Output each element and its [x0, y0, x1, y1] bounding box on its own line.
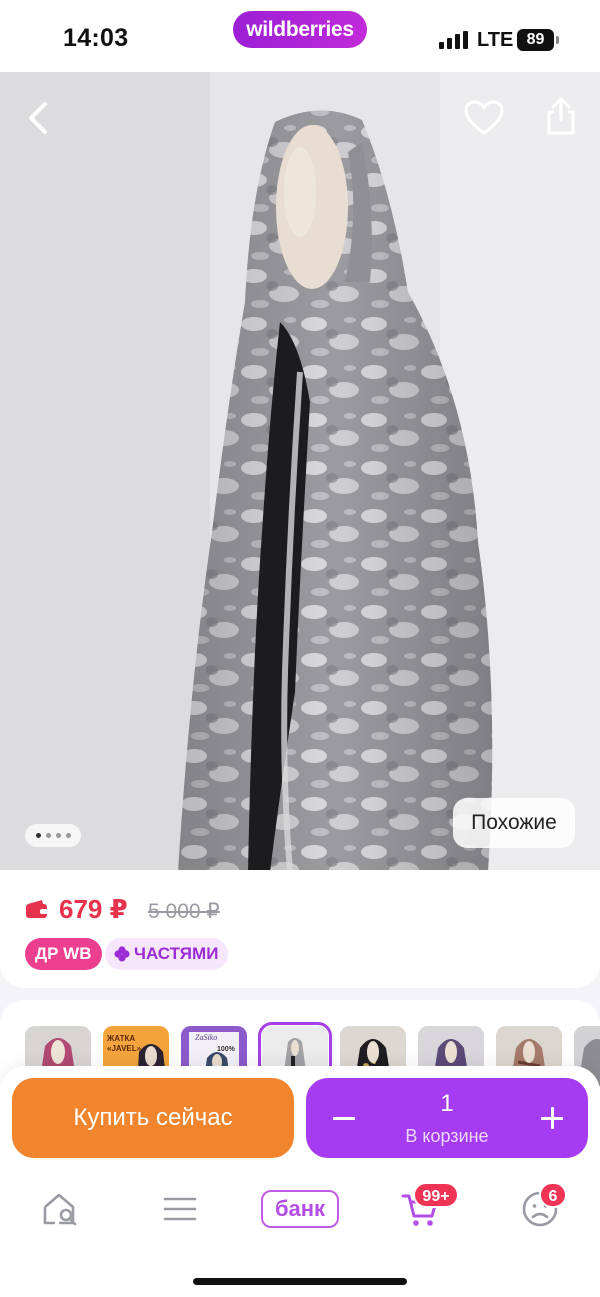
increase-quantity-button[interactable]: [532, 1098, 572, 1138]
purchase-bar: Купить сейчас 1 В корзине: [0, 1066, 600, 1170]
share-button[interactable]: [537, 92, 585, 140]
variant-javel-title: ЖАТКА: [107, 1034, 136, 1043]
cart-count-badge: 99+: [413, 1182, 459, 1208]
cart-quantity-control: 1 В корзине: [306, 1078, 588, 1158]
signal-icon: [439, 31, 469, 49]
price-card: 679 ₽ 5 000 ₽ ДР WB ЧАСТЯМИ: [0, 870, 600, 988]
favorite-button[interactable]: [460, 94, 508, 142]
current-price: 679 ₽: [59, 894, 128, 924]
menu-icon: [163, 1197, 197, 1221]
back-button[interactable]: [15, 94, 63, 142]
product-gallery[interactable]: Похожие: [0, 72, 600, 872]
home-indicator: [193, 1278, 407, 1285]
heart-icon: [464, 100, 504, 135]
variant-javel-text: ЖАТКА «JAVEL»: [107, 1034, 141, 1054]
similar-button[interactable]: Похожие: [453, 798, 575, 848]
old-price: 5 000 ₽: [148, 900, 220, 923]
status-bar: 14:03 wildberries LTE 89: [0, 0, 600, 72]
variant-zasiko-text: 100%: [217, 1046, 235, 1053]
product-page: 14:03 wildberries LTE 89 Похожие 679 ₽ 5…: [0, 0, 600, 1297]
bottom-navigation: банк 99+ 6: [0, 1170, 600, 1297]
variant-javel-subtitle: «JAVEL»: [107, 1044, 142, 1053]
chevron-left-icon: [29, 102, 47, 134]
status-time: 14:03: [63, 24, 129, 52]
variant-zasiko-brand: ZaSiko: [195, 1033, 218, 1042]
gallery-pagination: [25, 824, 81, 847]
page-dot: [65, 833, 71, 838]
wildberries-logo: wildberries: [233, 11, 367, 48]
dr-wb-badge[interactable]: ДР WB: [25, 938, 102, 970]
battery-cap: [556, 36, 559, 44]
battery-icon: 89: [517, 29, 554, 51]
tab-bank[interactable]: банк: [258, 1184, 342, 1234]
clover-icon: [114, 945, 130, 962]
tab-home[interactable]: [30, 1184, 90, 1234]
wallet-icon: [26, 900, 48, 918]
bank-logo: банк: [261, 1190, 339, 1228]
home-search-icon: [43, 1193, 77, 1226]
page-dot: [55, 833, 61, 838]
page-dot: [45, 833, 51, 838]
tab-catalog[interactable]: [150, 1184, 210, 1234]
installments-label: ЧАСТЯМИ: [134, 944, 219, 963]
page-dot: [35, 833, 41, 838]
profile-count-badge: 6: [539, 1182, 567, 1208]
installments-badge[interactable]: ЧАСТЯМИ: [105, 938, 229, 970]
buy-now-button[interactable]: Купить сейчас: [12, 1078, 294, 1158]
network-label: LTE: [477, 29, 514, 51]
share-icon: [547, 97, 575, 135]
product-photo: [0, 72, 600, 872]
